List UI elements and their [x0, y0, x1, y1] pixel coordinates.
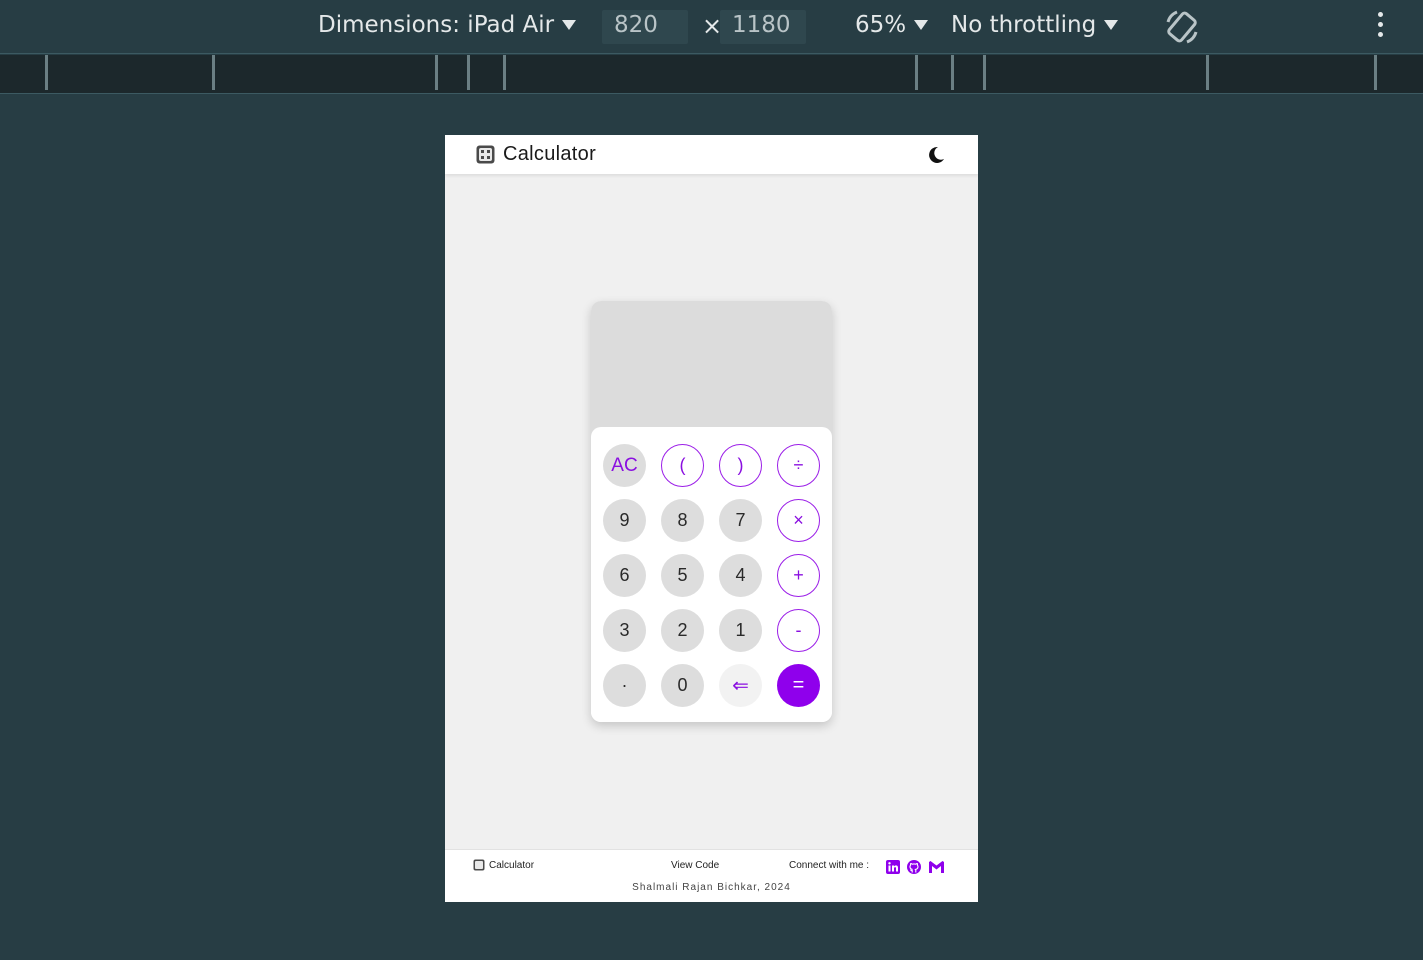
- more-options-icon[interactable]: [1370, 12, 1390, 42]
- width-input[interactable]: 820: [602, 10, 688, 44]
- ruler-tick[interactable]: [983, 55, 986, 90]
- digit-7-button[interactable]: 7: [719, 499, 762, 542]
- zoom-label: 65%: [855, 12, 907, 38]
- app-header: Calculator: [445, 135, 978, 174]
- digit-2-button[interactable]: 2: [661, 609, 704, 652]
- ruler-tick[interactable]: [503, 55, 506, 90]
- ruler-tick[interactable]: [951, 55, 954, 90]
- footer-credit: Shalmali Rajan Bichkar, 2024: [632, 882, 791, 893]
- ruler-tick[interactable]: [915, 55, 918, 90]
- view-code-link[interactable]: View Code: [671, 860, 719, 871]
- ruler-tick[interactable]: [1374, 55, 1377, 90]
- keypad: AC ( ) ÷ 9 8 7 × 6 5 4 + 3 2 1 - · 0 ⇐ =: [591, 427, 832, 722]
- zoom-dropdown[interactable]: 65%: [855, 12, 929, 38]
- ruler-tick[interactable]: [45, 55, 48, 90]
- plus-button[interactable]: +: [777, 554, 820, 597]
- gmail-icon[interactable]: [928, 860, 945, 874]
- ruler-tick[interactable]: [467, 55, 470, 90]
- open-paren-button[interactable]: (: [661, 444, 704, 487]
- app-title[interactable]: Calculator: [503, 143, 596, 166]
- backspace-button[interactable]: ⇐: [719, 664, 762, 707]
- media-query-ruler: [0, 55, 1423, 94]
- caret-down-icon: [914, 20, 929, 30]
- app-footer: Calculator View Code Connect with me : S…: [445, 849, 978, 902]
- moon-icon[interactable]: [926, 145, 946, 165]
- digit-0-button[interactable]: 0: [661, 664, 704, 707]
- dimensions-label: Dimensions: iPad Air: [318, 12, 555, 38]
- calculator-icon: [473, 859, 485, 871]
- digit-8-button[interactable]: 8: [661, 499, 704, 542]
- digit-9-button[interactable]: 9: [603, 499, 646, 542]
- footer-brand[interactable]: Calculator: [489, 860, 534, 871]
- calculator-display: [591, 301, 832, 441]
- rotate-icon[interactable]: [1163, 8, 1201, 46]
- calculator-icon: [476, 145, 495, 164]
- close-paren-button[interactable]: ): [719, 444, 762, 487]
- linkedin-icon[interactable]: [886, 860, 900, 874]
- decimal-button[interactable]: ·: [603, 664, 646, 707]
- clear-button[interactable]: AC: [603, 444, 646, 487]
- divide-button[interactable]: ÷: [777, 444, 820, 487]
- digit-4-button[interactable]: 4: [719, 554, 762, 597]
- minus-button[interactable]: -: [777, 609, 820, 652]
- caret-down-icon: [1104, 20, 1119, 30]
- digit-1-button[interactable]: 1: [719, 609, 762, 652]
- device-viewport: Calculator AC ( ) ÷ 9 8 7 × 6 5 4 + 3 2 …: [445, 135, 978, 902]
- multiply-button[interactable]: ×: [777, 499, 820, 542]
- connect-label: Connect with me :: [789, 860, 870, 871]
- ruler-tick[interactable]: [435, 55, 438, 90]
- calculator: AC ( ) ÷ 9 8 7 × 6 5 4 + 3 2 1 - · 0 ⇐ =: [591, 301, 832, 722]
- height-input[interactable]: 1180: [720, 10, 806, 44]
- digit-3-button[interactable]: 3: [603, 609, 646, 652]
- throttling-dropdown[interactable]: No throttling: [951, 12, 1119, 38]
- caret-down-icon: [562, 20, 577, 30]
- devtools-device-toolbar: Dimensions: iPad Air 820 × 1180 65% No t…: [0, 0, 1423, 54]
- dimensions-dropdown[interactable]: Dimensions: iPad Air: [318, 12, 577, 38]
- github-icon[interactable]: [907, 860, 921, 874]
- ruler-tick[interactable]: [212, 55, 215, 90]
- digit-6-button[interactable]: 6: [603, 554, 646, 597]
- digit-5-button[interactable]: 5: [661, 554, 704, 597]
- ruler-tick[interactable]: [1206, 55, 1209, 90]
- throttling-label: No throttling: [951, 12, 1097, 38]
- equals-button[interactable]: =: [777, 664, 820, 707]
